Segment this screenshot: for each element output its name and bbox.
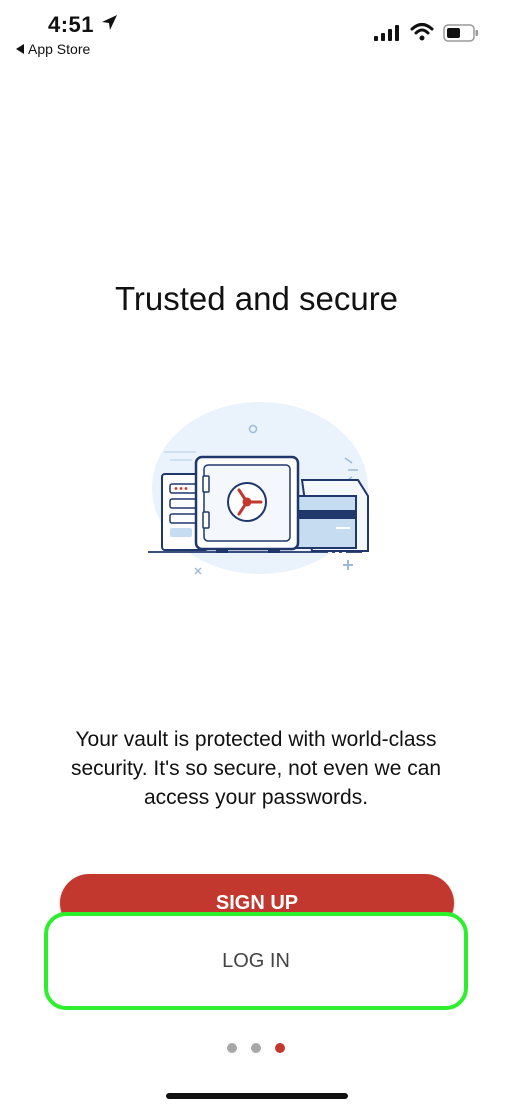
wifi-icon (410, 23, 434, 41)
page-indicator (227, 1043, 285, 1053)
log-in-label: LOG IN (222, 950, 290, 972)
status-time: 4:51 (48, 12, 95, 37)
back-app-label: App Store (28, 41, 91, 57)
location-arrow-icon (102, 15, 117, 30)
cellular-signal-icon (374, 25, 399, 41)
page-dot[interactable] (251, 1043, 261, 1053)
vault-safe-illustration (148, 402, 369, 575)
page-title: Trusted and secure (114, 280, 399, 317)
battery-icon (443, 24, 478, 42)
status-bar: 4:51 App Store (0, 0, 513, 70)
description-text: Your vault is protected with world-class… (70, 728, 442, 809)
page-dot[interactable] (227, 1043, 237, 1053)
page-dot-active[interactable] (275, 1043, 285, 1053)
back-to-app-store[interactable]: App Store (16, 41, 90, 57)
back-triangle-icon (16, 44, 24, 54)
home-indicator[interactable] (166, 1093, 348, 1099)
log-in-button[interactable]: LOG IN (44, 912, 468, 1010)
